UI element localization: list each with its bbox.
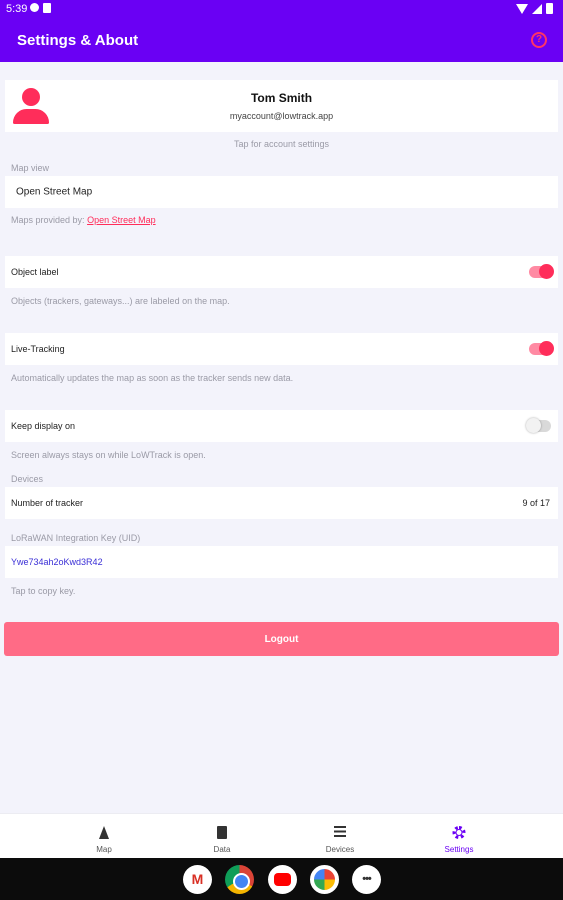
app-bar: Settings & About ? bbox=[0, 18, 563, 62]
open-street-map-link[interactable]: Open Street Map bbox=[87, 215, 156, 225]
nav-tab-data[interactable]: Data bbox=[172, 814, 272, 859]
keep-display-label: Keep display on bbox=[11, 421, 76, 431]
live-tracking-description: Automatically updates the map as soon as… bbox=[11, 373, 294, 383]
status-time: 5:39 bbox=[6, 3, 28, 15]
status-bar: 5:39 bbox=[0, 0, 563, 18]
live-tracking-label: Live-Tracking bbox=[11, 344, 65, 354]
nav-tab-map-label: Map bbox=[96, 845, 112, 854]
live-tracking-row[interactable]: Live-Tracking bbox=[5, 333, 558, 365]
map-view-selector[interactable]: Open Street Map bbox=[5, 176, 558, 208]
help-icon[interactable]: ? bbox=[531, 32, 547, 48]
object-label-description: Objects (trackers, gateways...) are labe… bbox=[11, 296, 230, 306]
account-settings-hint: Tap for account settings bbox=[233, 139, 330, 149]
navigation-arrow-icon bbox=[99, 826, 109, 839]
object-label-label: Object label bbox=[11, 267, 59, 277]
integration-key-section-label: LoRaWAN Integration Key (UID) bbox=[11, 533, 141, 543]
photos-icon[interactable] bbox=[310, 865, 339, 894]
maps-provided-label: Maps provided by: bbox=[11, 215, 85, 225]
keep-display-toggle[interactable] bbox=[526, 418, 551, 433]
gmail-icon[interactable]: M bbox=[183, 865, 212, 894]
map-view-value: Open Street Map bbox=[16, 186, 93, 198]
keep-display-row[interactable]: Keep display on bbox=[5, 410, 558, 442]
account-card[interactable]: Tom Smith myaccount@lowtrack.app bbox=[5, 80, 558, 132]
status-notification-icons bbox=[30, 3, 51, 13]
nav-tab-devices[interactable]: Devices bbox=[290, 814, 390, 859]
document-icon bbox=[217, 826, 227, 839]
chrome-icon[interactable] bbox=[225, 865, 254, 894]
nav-tab-settings-label: Settings bbox=[444, 845, 474, 854]
maps-provided-by: Maps provided by: Open Street Map bbox=[11, 215, 156, 225]
account-email: myaccount@lowtrack.app bbox=[229, 111, 334, 121]
devices-section-label: Devices bbox=[11, 474, 44, 484]
signal-icon bbox=[532, 3, 542, 14]
page-title: Settings & About bbox=[17, 32, 139, 49]
app-launcher-icon[interactable]: ••• bbox=[352, 865, 381, 894]
live-tracking-toggle[interactable] bbox=[529, 341, 554, 356]
gear-icon bbox=[452, 826, 466, 839]
object-label-row[interactable]: Object label bbox=[5, 256, 558, 288]
keep-display-description: Screen always stays on while LoWTrack is… bbox=[11, 450, 206, 460]
integration-key-value: Ywe734ah2oKwd3R42 bbox=[11, 557, 103, 567]
battery-icon bbox=[546, 3, 553, 14]
notification-icon bbox=[30, 3, 39, 12]
logout-button[interactable]: Logout bbox=[4, 622, 559, 656]
youtube-icon[interactable] bbox=[268, 865, 297, 894]
nav-tab-devices-label: Devices bbox=[325, 845, 355, 854]
number-of-tracker-row[interactable]: Number of tracker 9 of 17 bbox=[5, 487, 558, 519]
nav-tab-data-label: Data bbox=[213, 845, 231, 854]
status-system-icons bbox=[516, 3, 553, 14]
number-of-tracker-value: 9 of 17 bbox=[522, 498, 550, 508]
system-dock: M ••• bbox=[0, 858, 563, 900]
sim-icon bbox=[43, 3, 51, 13]
nav-tab-map[interactable]: Map bbox=[54, 814, 154, 859]
account-name: Tom Smith bbox=[250, 91, 313, 105]
number-of-tracker-label: Number of tracker bbox=[11, 498, 84, 508]
object-label-toggle[interactable] bbox=[529, 264, 554, 279]
wifi-icon bbox=[516, 3, 528, 14]
copy-key-hint: Tap to copy key. bbox=[11, 586, 76, 596]
integration-key-row[interactable]: Ywe734ah2oKwd3R42 bbox=[5, 546, 558, 578]
bottom-navigation: Map Data Devices Settings bbox=[0, 813, 563, 858]
map-view-section-label: Map view bbox=[11, 163, 50, 173]
nav-tab-settings[interactable]: Settings bbox=[409, 814, 509, 859]
list-icon bbox=[334, 826, 346, 837]
